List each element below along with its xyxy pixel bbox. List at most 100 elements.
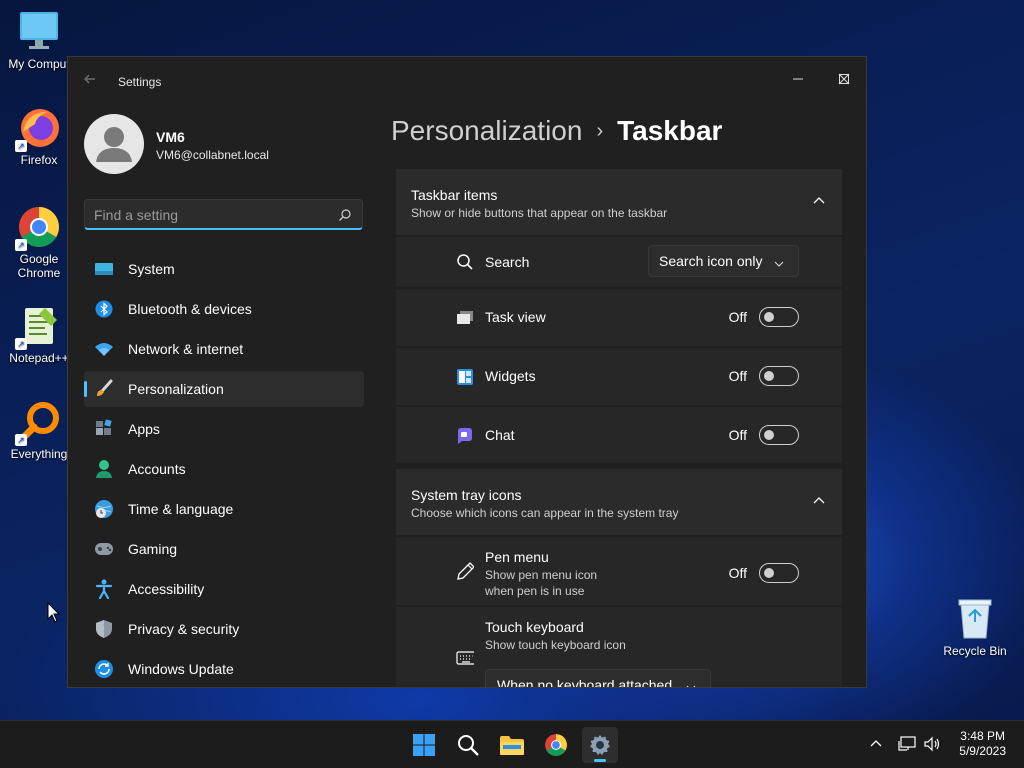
taskbar-search-button[interactable] (450, 727, 486, 763)
show-hidden-icons-button[interactable] (866, 733, 886, 755)
shortcut-arrow-icon: ↗ (15, 239, 27, 251)
sidebar-nav: System Bluetooth & devices Network & int… (84, 251, 364, 687)
taskbar: 3:48 PM 5/9/2023 (0, 720, 1024, 768)
search-icon (458, 735, 479, 756)
setting-label: Task view (485, 309, 546, 325)
system-tray-header[interactable]: System tray icons Choose which icons can… (396, 469, 842, 535)
computer-icon (17, 10, 61, 54)
sidebar-item-personalization[interactable]: Personalization (84, 371, 364, 407)
touch-keyboard-dropdown[interactable]: When no keyboard attached (485, 669, 711, 688)
shield-icon (94, 619, 114, 639)
minimize-button[interactable] (775, 63, 821, 95)
section-title: Taskbar items (411, 187, 498, 203)
toggle-state-text: Off (728, 309, 747, 325)
settings-taskbar-button[interactable] (582, 727, 618, 763)
sidebar-item-label: Bluetooth & devices (128, 301, 252, 317)
close-button[interactable] (821, 63, 866, 95)
sidebar-item-label: Personalization (128, 381, 224, 397)
sidebar-item-windows-update[interactable]: Windows Update (84, 651, 364, 687)
search-mode-dropdown[interactable]: Search icon only (648, 245, 799, 277)
chevron-up-icon[interactable] (812, 493, 826, 507)
notepad-plus-plus-icon: ↗ (15, 304, 61, 350)
toggle-knob (764, 568, 774, 578)
recycle-bin-icon (955, 596, 995, 640)
desktop-icon-label: Google Chrome (17, 252, 61, 280)
toggle-knob (764, 371, 774, 381)
toggle-state-text: Off (728, 565, 747, 581)
task-view-toggle[interactable] (759, 307, 799, 327)
chevron-up-icon[interactable] (812, 193, 826, 207)
window-title: Settings (118, 75, 162, 89)
chrome-taskbar-button[interactable] (538, 727, 574, 763)
chat-toggle[interactable] (759, 425, 799, 445)
shortcut-arrow-icon: ↗ (15, 140, 27, 152)
shortcut-arrow-icon: ↗ (15, 434, 27, 446)
pen-menu-toggle[interactable] (759, 563, 799, 583)
chat-setting-row: Chat Off (396, 405, 842, 463)
chevron-down-icon (774, 256, 784, 267)
sidebar-item-label: Time & language (128, 501, 234, 517)
taskbar-items-header[interactable]: Taskbar items Show or hide buttons that … (396, 169, 842, 235)
sidebar-item-label: Network & internet (128, 341, 244, 357)
clock-date: 5/9/2023 (959, 744, 1006, 758)
setting-label: Pen menu (485, 549, 549, 565)
accessibility-icon (94, 579, 114, 599)
taskbar-clock[interactable]: 3:48 PM 5/9/2023 (959, 729, 1006, 759)
volume-tray-button[interactable] (922, 733, 942, 755)
sidebar-item-bluetooth[interactable]: Bluetooth & devices (84, 291, 364, 327)
setting-label: Widgets (485, 368, 536, 384)
task-view-icon (456, 309, 474, 327)
search-icon[interactable] (338, 208, 352, 222)
file-explorer-button[interactable] (494, 727, 530, 763)
search-input[interactable] (94, 206, 324, 224)
widgets-toggle[interactable] (759, 366, 799, 386)
title-bar: Settings (68, 57, 866, 105)
task-view-setting-row: Task view Off (396, 287, 842, 346)
network-wired-icon (898, 736, 916, 751)
clock-time: 3:48 PM (960, 729, 1005, 743)
sidebar-item-label: Apps (128, 421, 160, 437)
volume-icon (924, 736, 940, 752)
globe-clock-icon (94, 499, 114, 519)
gamepad-icon (94, 539, 114, 559)
settings-icon (590, 735, 610, 755)
start-button[interactable] (406, 727, 442, 763)
toggle-knob (764, 312, 774, 322)
chrome-icon: ↗ (15, 205, 61, 251)
sidebar-item-gaming[interactable]: Gaming (84, 531, 364, 567)
sidebar-item-time-language[interactable]: Time & language (84, 491, 364, 527)
desktop-icon-recycle-bin[interactable]: Recycle Bin (940, 596, 1010, 658)
breadcrumb-parent[interactable]: Personalization (391, 115, 582, 146)
sidebar-item-network[interactable]: Network & internet (84, 331, 364, 367)
firefox-icon: ↗ (15, 106, 61, 152)
setting-description: when pen is in use (485, 584, 585, 598)
back-button[interactable] (82, 71, 102, 91)
sidebar-item-label: Accessibility (128, 581, 205, 597)
avatar[interactable] (84, 114, 144, 174)
mouse-cursor-icon (47, 601, 61, 624)
sidebar-item-apps[interactable]: Apps (84, 411, 364, 447)
search-box[interactable] (84, 199, 363, 230)
section-subtitle: Choose which icons can appear in the sys… (411, 506, 679, 520)
start-icon (413, 734, 435, 756)
sidebar-item-privacy-security[interactable]: Privacy & security (84, 611, 364, 647)
sidebar-item-system[interactable]: System (84, 251, 364, 287)
sidebar-item-accounts[interactable]: Accounts (84, 451, 364, 487)
sidebar-item-accessibility[interactable]: Accessibility (84, 571, 364, 607)
dropdown-value: When no keyboard attached (497, 677, 673, 688)
update-icon (94, 659, 114, 679)
chevron-up-icon (870, 740, 882, 747)
taskbar-items-section: Taskbar items Show or hide buttons that … (396, 169, 842, 463)
user-avatar-icon (96, 127, 132, 162)
settings-window: Settings VM6 VM6@collabnet.local System … (67, 56, 867, 688)
close-icon (838, 73, 850, 85)
setting-label: Chat (485, 427, 515, 443)
pen-menu-setting-row: Pen menu Show pen menu icon when pen is … (396, 535, 842, 605)
widgets-icon (456, 368, 474, 386)
chat-icon (456, 427, 474, 445)
system-tray-icons-section: System tray icons Choose which icons can… (396, 469, 842, 688)
dropdown-value: Search icon only (659, 253, 763, 269)
toggle-knob (764, 430, 774, 440)
network-tray-button[interactable] (897, 733, 917, 755)
arrow-left-icon (84, 74, 95, 84)
